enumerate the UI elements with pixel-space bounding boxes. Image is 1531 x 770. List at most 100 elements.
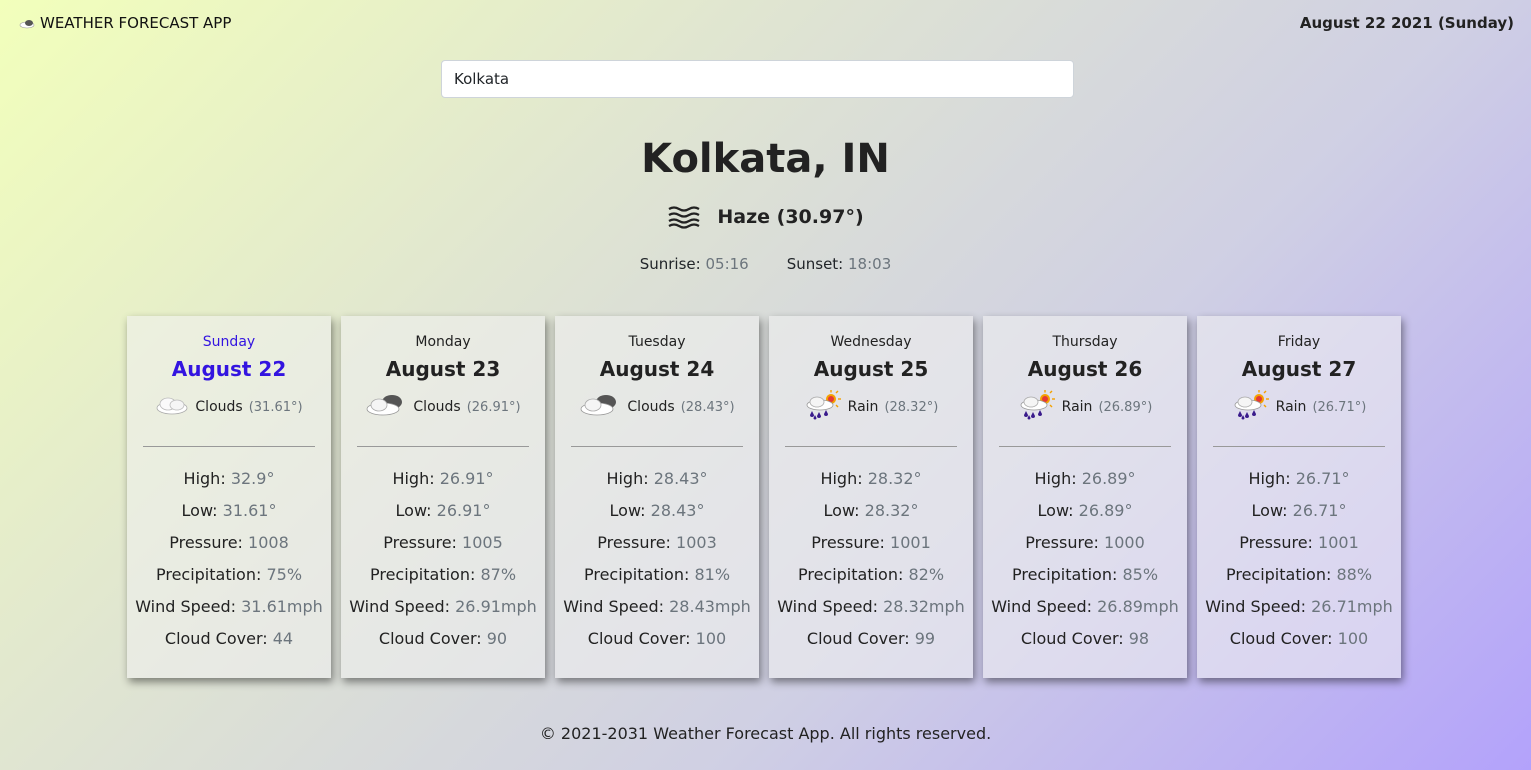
sun-rain-icon — [1232, 390, 1270, 424]
stat-cloud-cover: Cloud Cover: 100 — [1197, 623, 1401, 655]
city-search-input[interactable] — [441, 60, 1074, 98]
forecast-condition-temp: (28.32°) — [884, 399, 939, 415]
stat-label: Wind Speed: — [349, 597, 451, 616]
stat-label: Pressure: — [169, 533, 243, 552]
stat-label: Pressure: — [1239, 533, 1313, 552]
stat-label: Precipitation: — [1225, 565, 1332, 584]
forecast-date: August 26 — [1027, 357, 1143, 381]
stat-label: High: — [1034, 469, 1077, 488]
stat-value: 88% — [1336, 565, 1373, 584]
sun-times: Sunrise: 05:16 Sunset: 18:03 — [0, 255, 1531, 273]
stat-value: 44 — [272, 629, 294, 648]
stat-value: 100 — [1337, 629, 1369, 648]
stat-precipitation: Precipitation: 75% — [127, 559, 331, 591]
stat-pressure: Pressure: 1001 — [769, 527, 973, 559]
stat-value: 1005 — [462, 533, 503, 552]
stat-cloud-cover: Cloud Cover: 90 — [341, 623, 545, 655]
stat-value: 90 — [486, 629, 508, 648]
forecast-day: Thursday — [1052, 334, 1118, 350]
overcast-icon — [579, 392, 621, 422]
stat-low: Low: 28.43° — [555, 495, 759, 527]
forecast-cards: Sunday August 22 Clouds (31.61°) High: 3… — [127, 316, 1401, 678]
stat-value: 26.71° — [1292, 501, 1347, 520]
forecast-condition: Clouds (31.61°) — [127, 392, 331, 422]
stat-wind-speed: Wind Speed: 26.89mph — [983, 591, 1187, 623]
forecast-card[interactable]: Tuesday August 24 Clouds (28.43°) High: … — [555, 316, 759, 678]
stat-pressure: Pressure: 1008 — [127, 527, 331, 559]
stat-precipitation: Precipitation: 82% — [769, 559, 973, 591]
stat-value: 98 — [1128, 629, 1150, 648]
stat-high: High: 28.32° — [769, 463, 973, 495]
stat-label: Low: — [1251, 501, 1288, 520]
stat-high: High: 28.43° — [555, 463, 759, 495]
sunset-label: Sunset: — [786, 255, 844, 273]
forecast-day: Monday — [415, 334, 471, 350]
forecast-card[interactable]: Sunday August 22 Clouds (31.61°) High: 3… — [127, 316, 331, 678]
forecast-date: August 24 — [599, 357, 715, 381]
stat-value: 26.89° — [1078, 501, 1133, 520]
stat-wind-speed: Wind Speed: 28.43mph — [555, 591, 759, 623]
stat-label: Cloud Cover: — [164, 629, 268, 648]
stat-value: 32.9° — [230, 469, 275, 488]
stat-label: High: — [183, 469, 226, 488]
forecast-condition: Clouds (26.91°) — [341, 392, 545, 422]
forecast-condition: Rain (26.89°) — [983, 390, 1187, 422]
stat-label: Pressure: — [597, 533, 671, 552]
stat-high: High: 26.71° — [1197, 463, 1401, 495]
forecast-condition-temp: (28.43°) — [680, 399, 735, 415]
stat-label: Precipitation: — [1011, 565, 1118, 584]
stat-precipitation: Precipitation: 88% — [1197, 559, 1401, 591]
forecast-card[interactable]: Wednesday August 25 Rain (28.32°) High: … — [769, 316, 973, 678]
divider — [785, 446, 957, 447]
stat-label: Pressure: — [1025, 533, 1099, 552]
sunrise-value: 05:16 — [705, 255, 749, 273]
stat-value: 1001 — [1318, 533, 1359, 552]
stat-pressure: Pressure: 1000 — [983, 527, 1187, 559]
stat-high: High: 26.89° — [983, 463, 1187, 495]
cloud-icon — [19, 20, 35, 29]
stat-value: 87% — [480, 565, 517, 584]
stat-label: Wind Speed: — [563, 597, 665, 616]
forecast-condition-label: Rain — [847, 399, 879, 415]
forecast-stats: High: 26.89° Low: 26.89° Pressure: 1000 … — [983, 463, 1187, 655]
forecast-day: Tuesday — [628, 334, 686, 350]
haze-icon — [668, 206, 700, 229]
stat-value: 28.43° — [650, 501, 705, 520]
stat-value: 26.71° — [1295, 469, 1350, 488]
divider — [1213, 446, 1385, 447]
stat-label: Wind Speed: — [135, 597, 237, 616]
divider — [357, 446, 529, 447]
current-condition: Haze (30.97°) — [0, 205, 1531, 229]
stat-label: Wind Speed: — [991, 597, 1093, 616]
stat-label: High: — [1248, 469, 1291, 488]
stat-label: Low: — [181, 501, 218, 520]
forecast-condition: Rain (26.71°) — [1197, 390, 1401, 424]
stat-low: Low: 26.71° — [1197, 495, 1401, 527]
city-name: Kolkata, IN — [641, 136, 890, 182]
forecast-card[interactable]: Friday August 27 Rain (26.71°) High: 26.… — [1197, 316, 1401, 678]
stat-value: 28.32mph — [883, 597, 965, 616]
stat-pressure: Pressure: 1003 — [555, 527, 759, 559]
forecast-condition: Rain (28.32°) — [769, 390, 973, 422]
stat-value: 26.71mph — [1311, 597, 1393, 616]
stat-value: 26.91mph — [455, 597, 537, 616]
forecast-day: Wednesday — [830, 334, 912, 350]
stat-label: Pressure: — [811, 533, 885, 552]
app-brand[interactable]: WEATHER FORECAST APP — [19, 14, 231, 32]
stat-wind-speed: Wind Speed: 26.91mph — [341, 591, 545, 623]
forecast-card[interactable]: Thursday August 26 Rain (26.89°) High: 2… — [983, 316, 1187, 678]
stat-label: Precipitation: — [369, 565, 476, 584]
forecast-card[interactable]: Monday August 23 Clouds (26.91°) High: 2… — [341, 316, 545, 678]
divider — [999, 446, 1171, 447]
stat-label: Precipitation: — [797, 565, 904, 584]
stat-label: Cloud Cover: — [1229, 629, 1333, 648]
stat-label: Low: — [1037, 501, 1074, 520]
stat-value: 28.43° — [653, 469, 708, 488]
stat-label: High: — [392, 469, 435, 488]
forecast-date: August 27 — [1241, 357, 1357, 381]
sunrise: Sunrise: 05:16 — [640, 255, 749, 273]
footer-copyright: © 2021-2031 Weather Forecast App. All ri… — [539, 724, 992, 743]
divider — [143, 446, 315, 447]
forecast-day: Friday — [1277, 334, 1321, 350]
stat-label: High: — [606, 469, 649, 488]
